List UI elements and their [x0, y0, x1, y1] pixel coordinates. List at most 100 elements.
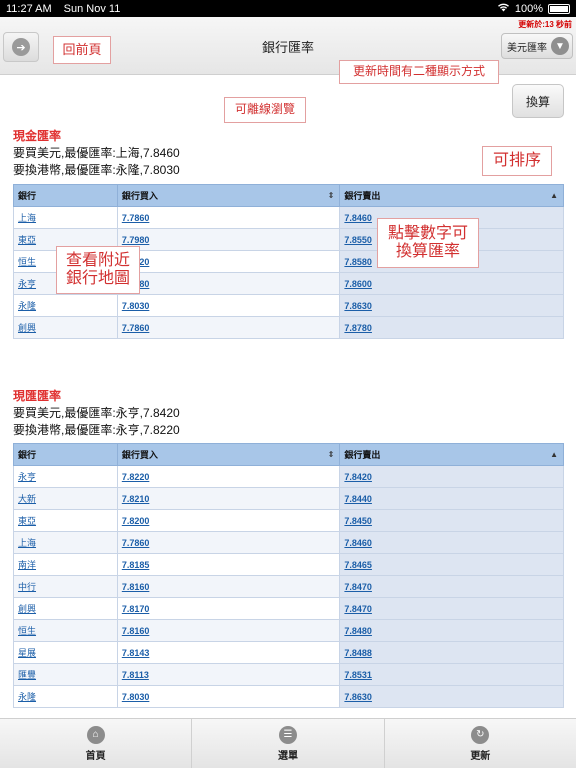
status-time: 11:27 AM: [6, 2, 52, 15]
callout-update-time: 更新時間有二種顯示方式: [339, 60, 499, 84]
buy-rate[interactable]: 7.8220: [116, 465, 341, 488]
table-row: 東亞 7.8200 7.8450: [13, 509, 564, 532]
table-row: 恒生 7.8160 7.8480: [13, 619, 564, 642]
column-header-buy[interactable]: 銀行買入 ⇕: [116, 443, 341, 466]
tab-refresh[interactable]: ↻ 更新: [385, 719, 576, 768]
callout-map: 查看附近銀行地圖: [56, 246, 140, 294]
sort-icon: ⇕: [327, 450, 335, 459]
buy-rate[interactable]: 7.8210: [116, 487, 341, 510]
bank-link[interactable]: 上海: [13, 531, 118, 554]
column-header-bank[interactable]: 銀行: [13, 443, 118, 466]
sell-rate[interactable]: 7.8465: [339, 553, 564, 576]
sort-ascending-icon: ▲: [550, 450, 558, 459]
sell-rate[interactable]: 7.8600: [339, 272, 564, 295]
tt-rate-table: 銀行 銀行買入 ⇕ 銀行賣出 ▲ 永亨 7.8220 7.8420 大新 7.8210 7.…: [13, 443, 564, 708]
table-row: 永隆 7.8030 7.8630: [13, 294, 564, 317]
bank-link[interactable]: 中行: [13, 575, 118, 598]
wifi-icon: [497, 2, 510, 15]
cash-rate-title: 現金匯率: [13, 129, 62, 143]
callout-back: 回前頁: [53, 36, 111, 64]
table-row: 上海 7.7860 7.8460: [13, 206, 564, 229]
buy-rate[interactable]: 7.8185: [116, 553, 341, 576]
sell-rate[interactable]: 7.8470: [339, 597, 564, 620]
table-row: 南洋 7.8185 7.8465: [13, 553, 564, 576]
refresh-icon: ↻: [471, 725, 490, 744]
buy-rate[interactable]: 7.7980: [116, 272, 341, 295]
buy-rate[interactable]: 7.8170: [116, 597, 341, 620]
tt-best-sell: 要換港幣,最優匯率:永亨,7.8220: [13, 423, 180, 437]
bank-link[interactable]: 創興: [13, 316, 118, 339]
sell-rate[interactable]: 7.8420: [339, 465, 564, 488]
bank-link[interactable]: 星展: [13, 641, 118, 664]
bank-link[interactable]: 大新: [13, 487, 118, 510]
buy-rate[interactable]: 7.7860: [116, 206, 341, 229]
buy-rate[interactable]: 7.8160: [116, 575, 341, 598]
bank-link[interactable]: 東亞: [13, 509, 118, 532]
buy-rate[interactable]: 7.8030: [116, 685, 341, 708]
sell-rate[interactable]: 7.8630: [339, 294, 564, 317]
menu-icon: ☰: [278, 725, 297, 744]
sell-rate[interactable]: 7.8450: [339, 509, 564, 532]
table-row: 大新 7.8210 7.8440: [13, 487, 564, 510]
sell-rate[interactable]: 7.8470: [339, 575, 564, 598]
column-header-sell[interactable]: 銀行賣出 ▲: [339, 443, 564, 466]
sell-rate[interactable]: 7.8531: [339, 663, 564, 686]
callout-sortable: 可排序: [482, 146, 552, 176]
buy-rate[interactable]: 7.7980: [116, 228, 341, 251]
buy-rate[interactable]: 7.8200: [116, 509, 341, 532]
column-header-bank[interactable]: 銀行: [13, 184, 118, 207]
bank-link[interactable]: 匯豐: [13, 663, 118, 686]
buy-rate[interactable]: 7.8143: [116, 641, 341, 664]
sell-rate[interactable]: 7.8460: [339, 531, 564, 554]
tab-home[interactable]: ⌂ 首頁: [0, 719, 193, 768]
callout-offline: 可離線瀏覽: [224, 97, 306, 123]
tab-refresh-label: 更新: [470, 750, 491, 762]
bank-link[interactable]: 南洋: [13, 553, 118, 576]
battery-level: 100%: [514, 2, 543, 15]
status-date: Sun Nov 11: [63, 2, 121, 15]
buy-rate[interactable]: 7.7860: [116, 531, 341, 554]
table-row: 星展 7.8143 7.8488: [13, 641, 564, 664]
currency-selector-label: 美元匯率: [507, 42, 547, 54]
tab-menu-label: 選單: [277, 750, 298, 762]
bank-link[interactable]: 恒生: [13, 619, 118, 642]
table-row: 創興 7.7860 7.8780: [13, 316, 564, 339]
sell-rate[interactable]: 7.8630: [339, 685, 564, 708]
bottom-tab-bar: ⌂ 首頁 ☰ 選單 ↻ 更新: [0, 718, 576, 768]
home-icon: ⌂: [86, 725, 105, 744]
sort-ascending-icon: ▲: [550, 191, 558, 200]
column-header-sell[interactable]: 銀行賣出 ▲: [339, 184, 564, 207]
battery-icon: [548, 3, 570, 14]
bank-link[interactable]: 永亨: [13, 465, 118, 488]
callout-tap-number: 點擊數字可換算匯率: [377, 218, 479, 268]
chevron-down-icon: ▼: [551, 37, 569, 55]
sell-rate[interactable]: 7.8488: [339, 641, 564, 664]
sell-rate[interactable]: 7.8480: [339, 619, 564, 642]
table-row: 永亨 7.8220 7.8420: [13, 465, 564, 488]
buy-rate[interactable]: 7.8160: [116, 619, 341, 642]
cash-best-buy: 要買美元,最優匯率:上海,7.8460: [13, 146, 180, 160]
tab-home-label: 首頁: [85, 750, 106, 762]
bank-link[interactable]: 永隆: [13, 294, 118, 317]
tt-rate-title: 現匯匯率: [13, 389, 62, 403]
bank-link[interactable]: 永隆: [13, 685, 118, 708]
convert-button[interactable]: 換算: [512, 84, 564, 118]
status-bar: 11:27 AM Sun Nov 11 100%: [0, 0, 576, 17]
table-row: 創興 7.8170 7.8470: [13, 597, 564, 620]
update-time-label[interactable]: 更新於:13 秒前: [518, 19, 572, 30]
buy-rate[interactable]: 7.8113: [116, 663, 341, 686]
table-row: 上海 7.7860 7.8460: [13, 531, 564, 554]
table-row: 永隆 7.8030 7.8630: [13, 685, 564, 708]
cash-best-sell: 要換港幣,最優匯率:永隆,7.8030: [13, 163, 180, 177]
currency-selector[interactable]: 美元匯率 ▼: [501, 33, 573, 59]
bank-link[interactable]: 創興: [13, 597, 118, 620]
sell-rate[interactable]: 7.8440: [339, 487, 564, 510]
column-header-buy[interactable]: 銀行買入 ⇕: [116, 184, 341, 207]
sell-rate[interactable]: 7.8780: [339, 316, 564, 339]
buy-rate[interactable]: 7.7860: [116, 316, 341, 339]
bank-link[interactable]: 上海: [13, 206, 118, 229]
tab-menu[interactable]: ☰ 選單: [192, 719, 385, 768]
buy-rate[interactable]: 7.8030: [116, 294, 341, 317]
buy-rate[interactable]: 7.7920: [116, 250, 341, 273]
tt-best-buy: 要買美元,最優匯率:永亨,7.8420: [13, 406, 180, 420]
